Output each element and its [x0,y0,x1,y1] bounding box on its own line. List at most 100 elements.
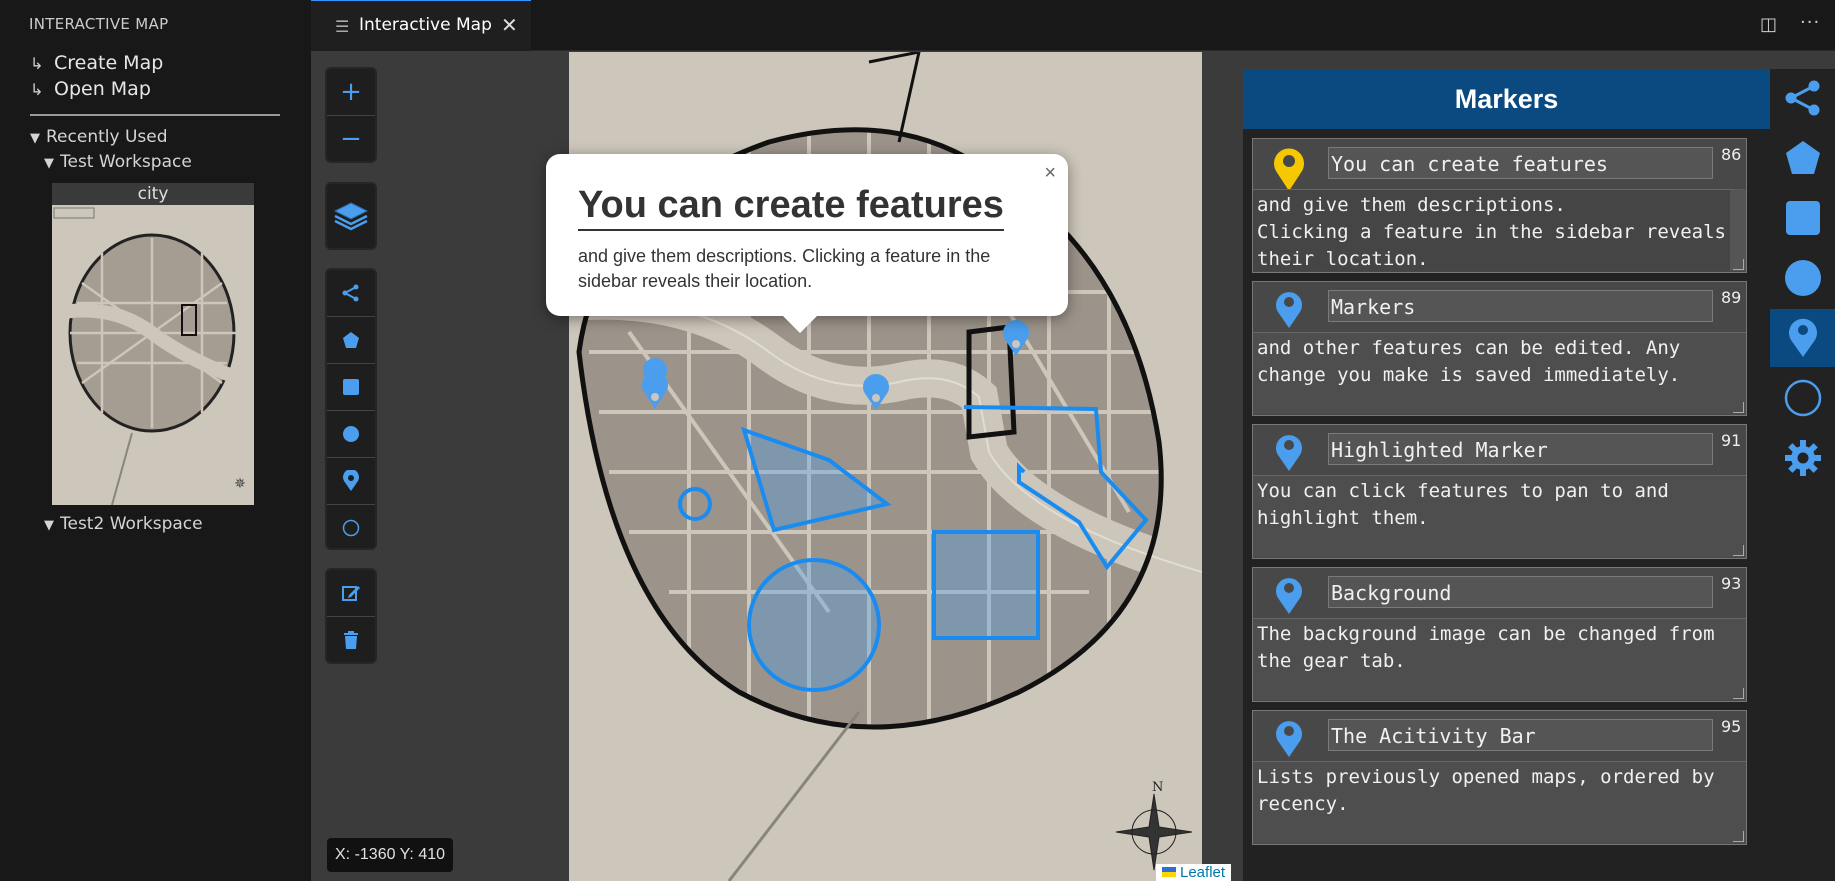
marker-id: 91 [1721,431,1742,450]
marker-pin-icon [1276,435,1302,471]
close-icon[interactable]: × [1044,162,1056,185]
create-map-link[interactable]: ↳ Create Map [30,52,163,74]
marker-pin-icon [1276,292,1302,328]
chevron-down-icon: ▼ [44,156,54,171]
gear-icon [1784,440,1821,476]
popup-body: and give them descriptions. Clicking a f… [578,246,991,291]
resize-grip[interactable] [1733,688,1744,699]
workspace-item-test2[interactable]: ▼ Test2 Workspace [44,514,203,534]
tab-settings[interactable] [1770,429,1835,487]
circle-outline-icon [342,519,360,537]
tab-polygons[interactable] [1770,129,1835,187]
resize-grip[interactable] [1733,259,1744,270]
edit-toolbar [327,570,375,662]
marker-card[interactable]: You can create features 86 and give them… [1252,138,1747,273]
marker-id: 93 [1721,574,1742,593]
marker-pin-icon [1276,578,1302,614]
flag-icon [1162,867,1176,877]
draw-polyline-button[interactable] [327,270,375,317]
draw-circle-button[interactable] [327,411,375,458]
trash-icon [344,631,358,649]
feature-activity-bar [1770,69,1835,881]
map-thumbnail-title: city [52,183,254,205]
square-icon [1785,201,1820,235]
split-editor-icon[interactable]: ◫ [1760,14,1777,35]
square-icon [343,379,359,395]
open-map-link[interactable]: ↳ Open Map [30,78,151,100]
marker-description-input[interactable]: and other features can be edited. Any ch… [1253,332,1746,414]
tab-circle-markers[interactable] [1770,369,1835,427]
marker-title-input[interactable]: You can create features [1328,147,1713,179]
draw-toolbar [327,270,375,548]
marker-title-input[interactable]: Markers [1328,290,1713,322]
marker-card[interactable]: Background 93 The background image can b… [1252,567,1747,702]
share-icon [1785,80,1819,116]
zoom-in-button[interactable]: + [327,69,375,116]
recently-used-toggle[interactable]: ▼ Recently Used [30,127,168,147]
zoom-out-button[interactable]: − [327,116,375,162]
marker-description-input[interactable]: The background image can be changed from… [1253,618,1746,700]
tab-circles[interactable] [1770,249,1835,307]
feature-popup: × You can create features and give them … [546,154,1068,333]
draw-circlemarker-button[interactable] [327,505,375,551]
svg-text:✵: ✵ [234,476,246,492]
tab-markers[interactable] [1770,309,1835,367]
circle-icon [1784,260,1821,296]
more-actions-icon[interactable]: ··· [1800,12,1820,33]
tab-bar: ☰ Interactive Map ✕ [311,0,1835,51]
marker-title-input[interactable]: Background [1328,576,1713,608]
resize-grip[interactable] [1733,831,1744,842]
zoom-control: + − [327,69,375,161]
tab-interactive-map[interactable]: ☰ Interactive Map ✕ [311,0,531,51]
marker-pin-icon [1274,148,1304,191]
chevron-down-icon: ▼ [44,518,54,533]
chevron-down-icon: ▼ [30,131,40,146]
popup-title: You can create features [578,184,1004,231]
draw-rectangle-button[interactable] [327,364,375,411]
marker-icon [343,470,359,491]
pentagon-icon [1785,141,1820,174]
draw-marker-button[interactable] [327,458,375,505]
marker-pin-icon [1276,721,1302,757]
workspace-item-test[interactable]: ▼ Test Workspace [44,152,192,172]
marker-card[interactable]: The Acitivity Bar 95 Lists previously op… [1252,710,1747,845]
compass-north-label: N [1152,780,1164,795]
delete-layers-button[interactable] [327,617,375,663]
edit-layers-button[interactable] [327,570,375,617]
marker-title-input[interactable]: Highlighted Marker [1328,433,1713,465]
map-thumbnail[interactable]: ✵ [52,183,254,505]
marker-id: 95 [1721,717,1742,736]
markers-panel: Markers You can create features 86 and g… [1243,69,1770,881]
arrow-icon: ↳ [30,54,44,73]
leaflet-attribution[interactable]: Leaflet [1156,864,1232,881]
edit-icon [342,586,360,601]
draw-polygon-button[interactable] [327,317,375,364]
close-icon[interactable]: ✕ [501,13,518,37]
pentagon-icon [343,332,359,348]
preview-icon: ☰ [335,17,350,36]
layers-control [327,184,375,248]
coordinates-readout: X: -1360 Y: 410 [327,838,454,872]
marker-description-input[interactable]: and give them descriptions. Clicking a f… [1253,189,1746,271]
marker-card[interactable]: Markers 89 and other features can be edi… [1252,281,1747,416]
sidebar-title: INTERACTIVE MAP [29,15,169,33]
circle-icon [343,426,359,442]
marker-id: 86 [1721,145,1742,164]
arrow-icon: ↳ [30,80,44,99]
marker-description-input[interactable]: You can click features to pan to and hig… [1253,475,1746,557]
polyline-icon [342,284,359,302]
circle-outline-icon [1784,379,1821,417]
panel-title: Markers [1243,69,1770,129]
layers-button[interactable] [327,184,375,248]
layers-icon [333,202,369,231]
divider [30,114,280,116]
marker-title-input[interactable]: The Acitivity Bar [1328,719,1713,751]
tab-polylines[interactable] [1770,69,1835,127]
tab-rectangles[interactable] [1770,189,1835,247]
resize-grip[interactable] [1733,545,1744,556]
marker-card[interactable]: Highlighted Marker 91 You can click feat… [1252,424,1747,559]
explorer-sidebar: INTERACTIVE MAP ↳ Create Map ↳ Open Map ▼ R… [0,0,312,881]
resize-grip[interactable] [1733,402,1744,413]
marker-description-input[interactable]: Lists previously opened maps, ordered by… [1253,761,1746,843]
marker-icon [1788,318,1817,357]
